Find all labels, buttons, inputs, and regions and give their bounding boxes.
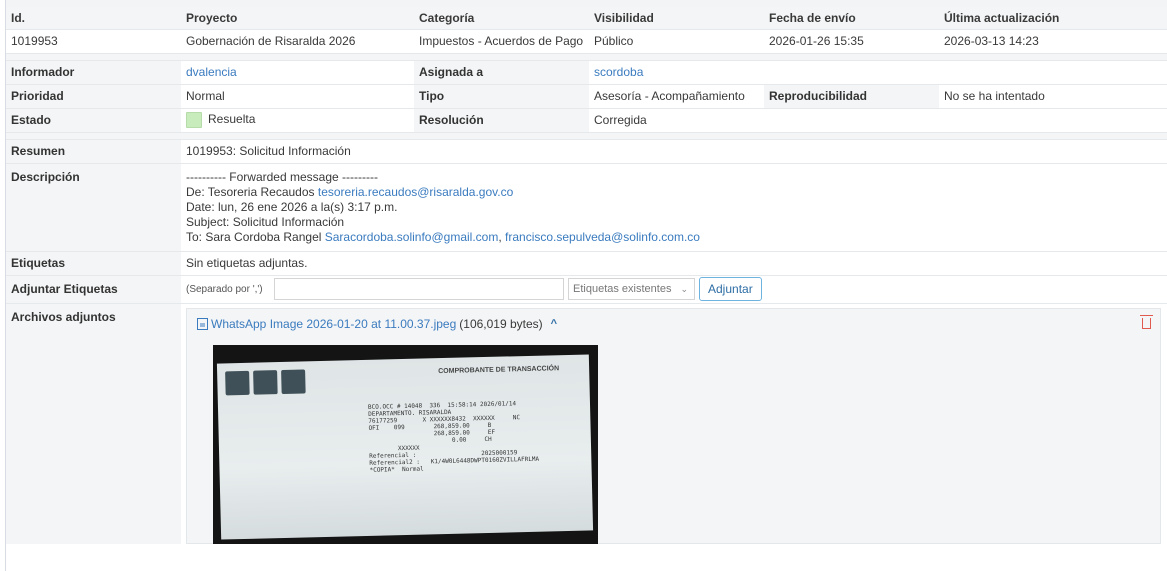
top-strip (6, 0, 1167, 7)
header-submitted: Fecha de envío (764, 7, 939, 30)
existing-tags-select-label: Etiquetas existentes (573, 283, 672, 295)
attachments-row: Archivos adjuntos WhatsApp Image 2026-01… (6, 303, 1167, 544)
chevron-down-icon: ⌄ (680, 284, 688, 294)
to-email-link-1[interactable]: Saracordoba.solinfo@gmail.com (325, 230, 499, 244)
attachment-header: WhatsApp Image 2026-01-20 at 11.00.37.jp… (197, 317, 557, 331)
summary-value: 1019953: Solicitud Información (181, 139, 1167, 164)
issue-updated: 2026-03-13 14:23 (939, 29, 1167, 54)
to-prefix: To: Sara Cordoba Rangel (186, 229, 325, 244)
resolution-value: Corregida (589, 108, 1167, 133)
image-file-icon (197, 317, 208, 330)
spacer-row (6, 132, 1167, 140)
receipt-text: BCO.OCC # 14048 336 15:58:14 2026/01/14 … (367, 399, 540, 474)
summary-label: Resumen (6, 139, 181, 164)
reporter-link[interactable]: dvalencia (186, 65, 237, 79)
attach-tags-button[interactable]: Adjuntar (699, 277, 762, 301)
header-row: Id. Proyecto Categoría Visibilidad Fecha… (6, 7, 1167, 30)
priority-row: Prioridad Normal Tipo Asesoría - Acompañ… (6, 84, 1167, 109)
type-value: Asesoría - Acompañamiento (589, 84, 764, 109)
issue-project: Gobernación de Risaralda 2026 (181, 29, 414, 54)
attachment-panel: WhatsApp Image 2026-01-20 at 11.00.37.jp… (186, 307, 1161, 544)
from-email-link[interactable]: tesoreria.recaudos@risaralda.gov.co (318, 185, 513, 199)
attach-tags-label: Adjuntar Etiquetas (6, 275, 181, 304)
receipt-photo: COMPROBANTE DE TRANSACCIÓN BCO.OCC # 140… (216, 353, 594, 540)
tags-label: Etiquetas (6, 251, 181, 276)
tag-input[interactable] (274, 278, 564, 300)
priority-label: Prioridad (6, 84, 181, 109)
assigned-label: Asignada a (414, 60, 589, 85)
to-line: To: Sara Cordoba Rangel Saracordoba.soli… (186, 230, 1162, 245)
logo-icon (281, 368, 306, 394)
issue-row: 1019953 Gobernación de Risaralda 2026 Im… (6, 29, 1167, 54)
header-id: Id. (6, 7, 181, 30)
logo-icon (253, 369, 278, 395)
issue-details-table: Id. Proyecto Categoría Visibilidad Fecha… (6, 7, 1167, 544)
issue-submitted: 2026-01-26 15:35 (764, 29, 939, 54)
reporter-label: Informador (6, 60, 181, 85)
attachment-size: (106,019 bytes) (459, 316, 543, 331)
status-color-badge (186, 112, 202, 128)
header-project: Proyecto (181, 7, 414, 30)
attachment-link[interactable]: WhatsApp Image 2026-01-20 at 11.00.37.jp… (211, 317, 456, 331)
type-label: Tipo (414, 84, 589, 109)
attachments-label: Archivos adjuntos (6, 303, 181, 544)
tags-value: Sin etiquetas adjuntas. (181, 251, 1167, 276)
from-prefix: De: Tesoreria Recaudos (186, 184, 318, 199)
bank-logos (225, 368, 306, 395)
summary-row: Resumen 1019953: Solicitud Información (6, 139, 1167, 164)
description-body: ---------- Forwarded message --------- D… (181, 163, 1167, 252)
logo-icon (225, 370, 250, 395)
date-line: Date: lun, 26 ene 2026 a la(s) 3:17 p.m. (186, 199, 398, 214)
attach-tags-form: (Separado por ',') Etiquetas existentes ⌄… (186, 277, 1162, 301)
spacer-row (6, 53, 1167, 61)
reproducibility-value: No se ha intentado (939, 84, 1167, 109)
receipt-title: COMPROBANTE DE TRANSACCIÓN (438, 364, 560, 375)
header-updated: Última actualización (939, 7, 1167, 30)
status-row: Estado Resuelta Resolución Corregida (6, 108, 1167, 133)
collapse-caret-icon[interactable]: ^ (551, 318, 557, 330)
issue-visibility: Público (589, 29, 764, 54)
status-value: Resuelta (208, 112, 256, 127)
reproducibility-label: Reproducibilidad (764, 84, 939, 109)
header-category: Categoría (414, 7, 589, 30)
existing-tags-select[interactable]: Etiquetas existentes ⌄ (568, 278, 695, 300)
tag-separator-hint: (Separado por ',') (186, 283, 263, 295)
reporter-row: Informador dvalencia Asignada a scordoba (6, 60, 1167, 85)
subject-line: Subject: Solicitud Información (186, 214, 345, 229)
delete-attachment-icon[interactable] (1140, 314, 1153, 329)
status-label: Estado (6, 108, 181, 133)
description-row: Descripción ---------- Forwarded message… (6, 163, 1167, 252)
attach-tags-row: Adjuntar Etiquetas (Separado por ',') Et… (6, 275, 1167, 304)
to-email-link-2[interactable]: francisco.sepulveda@solinfo.com.co (505, 230, 700, 244)
priority-value: Normal (181, 84, 414, 109)
receipt-fine-print (224, 499, 384, 508)
issue-category: Impuestos - Acuerdos de Pago (414, 29, 589, 54)
assigned-link[interactable]: scordoba (594, 65, 643, 79)
from-line: De: Tesoreria Recaudos tesoreria.recaudo… (186, 185, 1162, 200)
tags-row: Etiquetas Sin etiquetas adjuntas. (6, 251, 1167, 276)
attachment-preview-image[interactable]: COMPROBANTE DE TRANSACCIÓN BCO.OCC # 140… (213, 344, 598, 544)
resolution-label: Resolución (414, 108, 589, 133)
forwarded-line: ---------- Forwarded message --------- (186, 169, 378, 184)
issue-id: 1019953 (6, 29, 181, 54)
description-label: Descripción (6, 163, 181, 252)
header-visibility: Visibilidad (589, 7, 764, 30)
